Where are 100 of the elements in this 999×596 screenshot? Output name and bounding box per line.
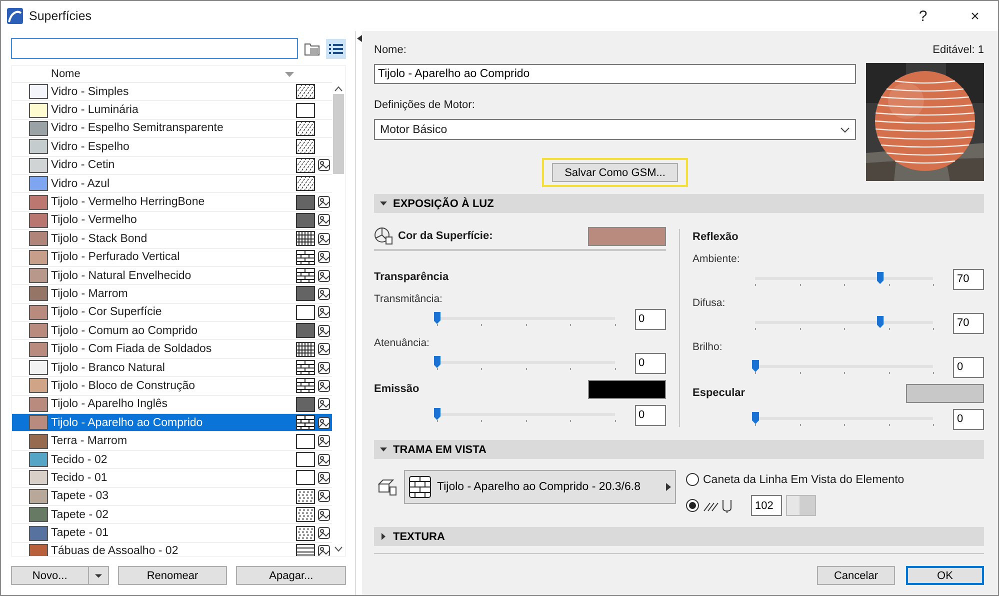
surface-row[interactable]: Tijolo - Perfurado Vertical bbox=[12, 248, 332, 267]
value-field[interactable]: 70 bbox=[953, 312, 984, 334]
scrollbar-thumb[interactable] bbox=[333, 94, 344, 174]
surface-row[interactable]: Vidro - Luminária bbox=[12, 101, 332, 120]
surface-name: Tecido - 01 bbox=[51, 472, 108, 484]
slider-thumb[interactable] bbox=[434, 408, 440, 420]
surface-name: Tijolo - Cor Superfície bbox=[51, 306, 163, 318]
surface-name: Vidro - Cetin bbox=[51, 159, 116, 172]
app-logo-icon bbox=[7, 8, 23, 24]
surface-row[interactable]: Tijolo - Aparelho ao Comprido bbox=[12, 414, 332, 432]
name-label: Nome: bbox=[374, 44, 406, 56]
folder-icon bbox=[304, 42, 320, 56]
slider-label: Brilho: bbox=[692, 340, 724, 353]
surface-name: Vidro - Simples bbox=[51, 86, 130, 98]
surface-name: Tijolo - Vermelho bbox=[51, 214, 138, 226]
surface-row[interactable]: Terra - Marrom bbox=[12, 432, 332, 451]
surface-name: Tábuas de Assoalho - 02 bbox=[51, 545, 180, 556]
save-gsm-button[interactable]: Salvar Como GSM... bbox=[552, 163, 678, 182]
value-field[interactable]: 0 bbox=[953, 408, 984, 430]
value-field[interactable]: 0 bbox=[953, 356, 984, 378]
surface-row[interactable]: Tijolo - Vermelho bbox=[12, 212, 332, 230]
value-field[interactable]: 0 bbox=[634, 404, 666, 426]
cancel-button[interactable]: Cancelar bbox=[817, 566, 895, 585]
surface-name: Tijolo - Natural Envelhecido bbox=[51, 270, 192, 282]
search-field[interactable] bbox=[11, 38, 298, 59]
surface-name: Vidro - Luminária bbox=[51, 104, 140, 116]
list-icon bbox=[328, 42, 344, 54]
help-button[interactable]: ? bbox=[900, 1, 946, 31]
surface-row[interactable]: Tijolo - Natural Envelhecido bbox=[12, 266, 332, 286]
slider-label: Ambiente: bbox=[692, 252, 741, 265]
surface-row[interactable]: Vidro - Espelho Semitransparente bbox=[12, 120, 332, 138]
color-swatch[interactable] bbox=[906, 384, 984, 402]
expanded-triangle-icon bbox=[380, 446, 387, 453]
window-title: Superfícies bbox=[29, 9, 93, 23]
surface-name: Tijolo - Bloco de Construção bbox=[51, 380, 196, 392]
surface-row[interactable]: Tijolo - Bloco de Construção bbox=[12, 377, 332, 396]
group-heading: Transparência bbox=[374, 270, 450, 285]
section-header[interactable]: EXPOSIÇÃO À LUZ bbox=[374, 194, 984, 213]
name-field[interactable]: Tijolo - Aparelho ao Comprido bbox=[374, 64, 856, 84]
surface-row[interactable]: Tijolo - Comum ao Comprido bbox=[12, 322, 332, 340]
surface-name: Tapete - 01 bbox=[51, 527, 110, 540]
surface-row[interactable]: Tábuas de Assoalho - 02 bbox=[12, 542, 332, 556]
slider-thumb[interactable] bbox=[752, 360, 759, 372]
surface-row[interactable]: Vidro - Espelho bbox=[12, 138, 332, 157]
ok-button[interactable]: OK bbox=[906, 566, 984, 585]
surface-row[interactable]: Tecido - 02 bbox=[12, 450, 332, 470]
chevron-down-icon bbox=[840, 126, 850, 132]
surface-row[interactable]: Tijolo - Marrom bbox=[12, 285, 332, 304]
surface-row[interactable]: Vidro - Cetin bbox=[12, 156, 332, 175]
surface-row[interactable]: Tijolo - Stack Bond bbox=[12, 230, 332, 249]
value-field[interactable]: 0 bbox=[634, 308, 666, 330]
color-swatch[interactable] bbox=[588, 226, 666, 246]
collapsed-triangle-icon bbox=[380, 533, 387, 540]
surface-row[interactable]: Vidro - Azul bbox=[12, 174, 332, 194]
pen-number-field[interactable]: 102 bbox=[751, 495, 782, 516]
surface-row[interactable]: Vidro - Simples bbox=[12, 83, 332, 102]
hatch-pattern-selector[interactable]: Tijolo - Aparelho ao Comprido - 20.3/6.8 bbox=[404, 470, 676, 504]
radio-button[interactable] bbox=[686, 473, 699, 486]
slider-thumb[interactable] bbox=[434, 356, 440, 368]
hatch-tool-icon bbox=[378, 478, 398, 496]
surface-row[interactable]: Tijolo - Branco Natural bbox=[12, 358, 332, 378]
close-button[interactable]: × bbox=[952, 1, 998, 31]
list-view-button[interactable] bbox=[326, 38, 346, 58]
slider-thumb[interactable] bbox=[752, 412, 759, 424]
new-split-button[interactable]: Novo... bbox=[11, 566, 109, 585]
slider-thumb[interactable] bbox=[876, 272, 884, 284]
surface-row[interactable]: Tecido - 01 bbox=[12, 469, 332, 488]
slider-thumb[interactable] bbox=[434, 312, 440, 324]
value-field[interactable]: 70 bbox=[953, 268, 984, 290]
scroll-down-icon[interactable] bbox=[334, 546, 344, 552]
sort-caret-icon bbox=[285, 72, 294, 76]
delete-button[interactable]: Apagar... bbox=[236, 566, 346, 585]
surface-row[interactable]: Tijolo - Vermelho HerringBone bbox=[12, 193, 332, 212]
surface-name: Vidro - Espelho bbox=[51, 140, 130, 153]
collapse-arrow-icon[interactable] bbox=[356, 35, 362, 42]
surface-row[interactable]: Tapete - 02 bbox=[12, 506, 332, 524]
editable-count: Editável: 1 bbox=[932, 43, 984, 58]
slider-thumb[interactable] bbox=[876, 316, 884, 328]
expanded-triangle-icon bbox=[380, 200, 387, 207]
surface-row[interactable]: Tapete - 01 bbox=[12, 524, 332, 543]
surface-row[interactable]: Tijolo - Cor Superfície bbox=[12, 304, 332, 322]
engine-select[interactable]: Motor Básico bbox=[374, 119, 856, 140]
surface-name: Tapete - 03 bbox=[51, 490, 110, 502]
value-field[interactable]: 0 bbox=[634, 352, 666, 374]
surface-name: Vidro - Espelho Semitransparente bbox=[51, 122, 224, 134]
color-swatch[interactable] bbox=[588, 380, 666, 398]
surface-name: Tijolo - Aparelho ao Comprido bbox=[51, 416, 204, 429]
surface-row[interactable]: Tijolo - Com Fiada de Soldados bbox=[12, 340, 332, 359]
section-header[interactable]: TEXTURA bbox=[374, 527, 984, 546]
engine-label: Definições de Motor: bbox=[374, 99, 475, 111]
scroll-up-icon[interactable] bbox=[334, 86, 344, 92]
surface-row[interactable]: Tapete - 03 bbox=[12, 488, 332, 506]
slider-label: Atenuância: bbox=[374, 336, 430, 349]
radio-button[interactable] bbox=[686, 499, 699, 512]
pen-color-button[interactable] bbox=[786, 495, 816, 516]
new-button[interactable]: Novo... bbox=[12, 567, 89, 584]
section-header[interactable]: TRAMA EM VISTA bbox=[374, 440, 984, 459]
color-label: Cor da Superfície: bbox=[398, 230, 493, 242]
rename-button[interactable]: Renomear bbox=[118, 566, 228, 585]
column-header[interactable]: Nome bbox=[51, 68, 286, 80]
